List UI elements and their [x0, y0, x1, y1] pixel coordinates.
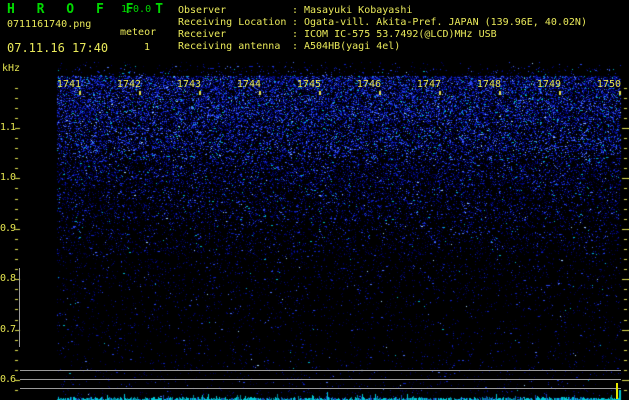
time-tick-label: 1750: [596, 79, 621, 90]
info-row-location: Receiving Location: Ogata-vill. Akita-Pre…: [178, 17, 587, 29]
info-label: Receiver: [178, 29, 227, 40]
freq-tick-label: 0.7: [0, 324, 16, 335]
info-value: Masayuki Kobayashi: [304, 5, 413, 16]
time-tick-label: 1744: [236, 79, 261, 90]
info-value: A504HB(yagi 4el): [304, 41, 401, 52]
info-separator: :: [292, 17, 299, 28]
meteor-column-label: meteor: [120, 27, 157, 38]
time-tick-label: 1747: [416, 79, 441, 90]
info-value: ICOM IC-575 53.7492(@LCD)MHz USB: [304, 29, 497, 40]
info-label: Observer: [178, 5, 227, 16]
info-separator: :: [292, 41, 299, 52]
app-version: 1.0.0: [121, 4, 152, 15]
info-label: Receiving Location: [178, 17, 287, 28]
freq-tick-label: 1.0: [0, 172, 16, 183]
freq-tick-label: 0.6: [0, 374, 16, 385]
output-filename: 0711161740.png: [7, 19, 92, 30]
time-tick-label: 1746: [356, 79, 381, 90]
time-tick-label: 1745: [296, 79, 321, 90]
time-tick-label: 1742: [116, 79, 141, 90]
observation-datetime: 07.11.16 17:40: [7, 41, 109, 55]
info-row-receiver: Receiver: ICOM IC-575 53.7492(@LCD)MHz US…: [178, 29, 587, 41]
info-row-observer: Observer: Masayuki Kobayashi: [178, 5, 587, 17]
spectrogram-canvas: [0, 0, 629, 400]
info-value: Ogata-vill. Akita-Pref. JAPAN (139.96E, …: [304, 17, 587, 28]
freq-tick-label: 0.9: [0, 223, 16, 234]
freq-tick-label: 0.8: [0, 273, 16, 284]
level-reference-line: [20, 379, 621, 380]
time-tick-label: 1749: [536, 79, 561, 90]
time-tick-label: 1748: [476, 79, 501, 90]
info-separator: :: [292, 5, 299, 16]
hrofft-screen: H R O F F T 1.0.0 0711161740.png meteor …: [0, 0, 629, 400]
meteor-count: 1: [144, 42, 151, 53]
level-reference-line: [20, 370, 621, 371]
info-row-antenna: Receiving antenna: A504HB(yagi 4el): [178, 41, 587, 53]
level-scale-bar: [19, 268, 20, 347]
freq-tick-label: 1.1: [0, 122, 16, 133]
level-reference-line: [20, 388, 621, 389]
time-tick-label: 1741: [56, 79, 81, 90]
info-separator: :: [292, 29, 299, 40]
station-info: Observer: Masayuki Kobayashi Receiving Lo…: [178, 5, 587, 53]
freq-axis-unit: kHz: [2, 63, 21, 74]
time-tick-label: 1743: [176, 79, 201, 90]
info-label: Receiving antenna: [178, 41, 281, 52]
meteor-echo-mark: [616, 383, 618, 399]
